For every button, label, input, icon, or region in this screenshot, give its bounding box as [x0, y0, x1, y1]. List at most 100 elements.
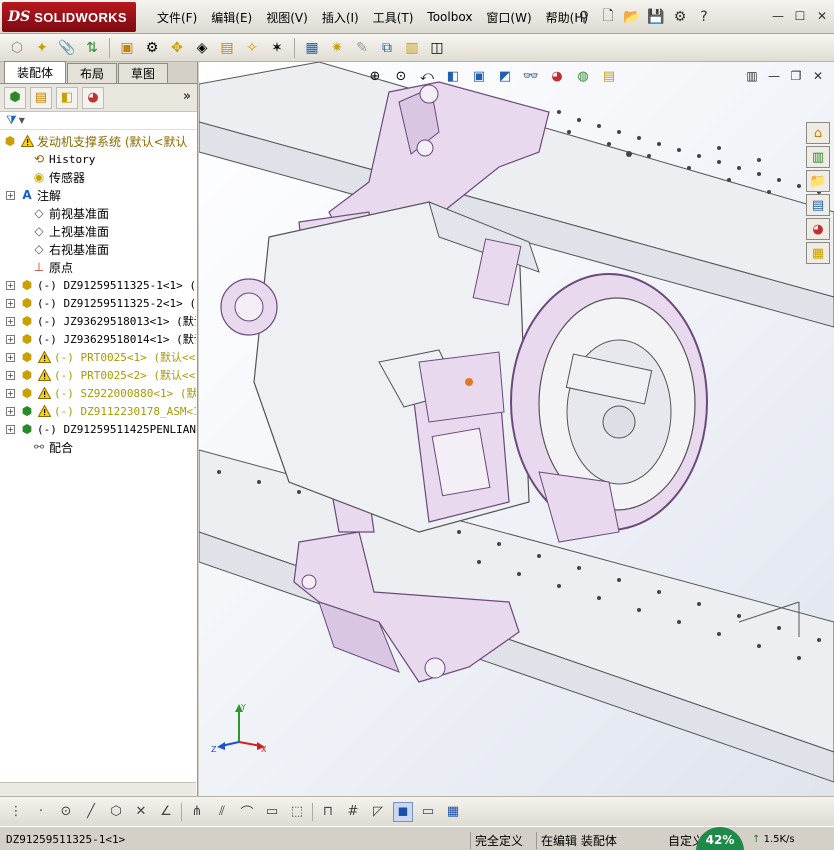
expand-toggle-icon[interactable]: + — [6, 316, 15, 326]
trim-icon[interactable]: ✕ — [131, 802, 151, 822]
save-icon[interactable]: 💾 — [646, 7, 666, 27]
minimize-icon[interactable]: — — [770, 8, 786, 24]
mate-icon[interactable]: ⇅ — [81, 37, 103, 59]
tree-item-component[interactable]: + ⬢ (-) JZ93629518014<1> (默认 — [0, 330, 196, 348]
view-orientation-icon[interactable]: ▣ — [469, 66, 489, 86]
tree-item-component-warning[interactable]: + ⬢ (-) PRT0025<2> (默认<<默 — [0, 366, 196, 384]
display-pane-icon[interactable]: ▭ — [418, 802, 438, 822]
rectangle-icon[interactable]: ▭ — [262, 802, 282, 822]
pin-icon[interactable]: ⚲ — [574, 7, 594, 27]
tree-item-subassembly-warning[interactable]: + ⬢ (-) DZ9112230178_ASM<1> — [0, 402, 196, 420]
expand-toggle-icon[interactable]: + — [6, 298, 15, 308]
menu-tools[interactable]: 工具(T) — [366, 9, 421, 26]
file-explorer-icon[interactable]: 📁 — [806, 170, 830, 192]
move-component-icon[interactable]: ✥ — [166, 37, 188, 59]
appearances-icon[interactable]: ◕ — [806, 218, 830, 240]
new-part-icon[interactable]: ✦ — [31, 37, 53, 59]
tree-item-component[interactable]: + ⬢ (-) DZ91259511325-2<1> (默 — [0, 294, 196, 312]
tree-item-component[interactable]: + ⬢ (-) JZ93629518013<1> (默认 — [0, 312, 196, 330]
tree-item-history[interactable]: ⟲ History — [0, 150, 196, 168]
tab-layout[interactable]: 布局 — [67, 63, 118, 83]
menu-window[interactable]: 窗口(W) — [479, 9, 538, 26]
insert-component-icon[interactable]: ⬡ — [6, 37, 28, 59]
maximize-icon[interactable]: ☐ — [792, 8, 808, 24]
offset-icon[interactable]: ⋔ — [187, 802, 207, 822]
expand-toggle-icon[interactable]: + — [6, 280, 15, 290]
exploded-view-icon[interactable]: ✷ — [326, 37, 348, 59]
mirror-icon[interactable]: ⫽ — [212, 802, 232, 822]
close-icon[interactable]: ✕ — [814, 8, 830, 24]
tree-item-top-plane[interactable]: ◇ 上视基准面 — [0, 222, 196, 240]
angle-icon[interactable]: ∠ — [156, 802, 176, 822]
filter-funnel-icon[interactable]: ⧩ — [6, 113, 17, 128]
component-pattern-icon[interactable]: ▣ — [116, 37, 138, 59]
display-manager-icon[interactable]: ◕ — [82, 86, 104, 109]
view-palette-icon[interactable]: ▤ — [806, 194, 830, 216]
expand-toggle-icon[interactable]: + — [6, 406, 15, 416]
point-icon[interactable]: · — [31, 802, 51, 822]
expand-toggle-icon[interactable]: + — [6, 190, 15, 200]
tree-item-sensors[interactable]: ◉ 传感器 — [0, 168, 196, 186]
section-view-icon[interactable]: ◧ — [443, 66, 463, 86]
filter-dropdown-icon[interactable]: ▼ — [19, 116, 25, 125]
viewport-close-icon[interactable]: ✕ — [810, 68, 826, 84]
polygon-icon[interactable]: ⬡ — [106, 802, 126, 822]
tree-item-component-warning[interactable]: + ⬢ (-) SZ922000880<1> (默认 — [0, 384, 196, 402]
tree-item-mates[interactable]: ⚯ 配合 — [0, 438, 196, 456]
bill-of-materials-icon[interactable]: ▦ — [301, 37, 323, 59]
expand-toggle-icon[interactable]: + — [6, 334, 15, 344]
tree-item-component[interactable]: + ⬢ (-) DZ91259511325-1<1> (默 — [0, 276, 196, 294]
feature-manager-tree-icon[interactable]: ⬢ — [4, 86, 26, 109]
panel-horizontal-scrollbar[interactable] — [0, 782, 196, 796]
clearance-verification-icon[interactable]: ▥ — [401, 37, 423, 59]
viewport-minimize-icon[interactable]: — — [766, 68, 782, 84]
menu-insert[interactable]: 插入(I) — [315, 9, 366, 26]
new-motion-study-icon[interactable]: ✶ — [266, 37, 288, 59]
tree-item-subassembly[interactable]: + ⬢ (-) DZ91259511425PENLIANG< — [0, 420, 196, 438]
solidworks-resources-icon[interactable]: ⌂ — [806, 122, 830, 144]
open-folder-icon[interactable]: 📂 — [622, 7, 642, 27]
property-manager-icon[interactable]: ▤ — [30, 86, 52, 109]
expand-toggle-icon[interactable]: + — [6, 388, 15, 398]
options-gear-icon[interactable]: ⚙ — [670, 7, 690, 27]
tree-root-assembly[interactable]: ⬢ 发动机支撑系统 (默认<默认 — [0, 132, 196, 150]
solidworks-logo[interactable]: DS SOLIDWORKS — [2, 2, 136, 32]
viewport-restore-icon[interactable]: ❐ — [788, 68, 804, 84]
panel-more-chevron-icon[interactable]: » — [183, 89, 191, 104]
display-style-icon[interactable]: ◩ — [495, 66, 515, 86]
shaded-with-edges-icon[interactable]: ◼ — [393, 801, 413, 822]
tree-item-front-plane[interactable]: ◇ 前视基准面 — [0, 204, 196, 222]
tree-item-annotations[interactable]: + A 注解 — [0, 186, 196, 204]
assembly-features-icon[interactable]: ▤ — [216, 37, 238, 59]
view-settings-icon[interactable]: ▤ — [599, 66, 619, 86]
menu-view[interactable]: 视图(V) — [259, 9, 315, 26]
help-question-icon[interactable]: ? — [694, 7, 714, 27]
line-icon[interactable]: ╱ — [81, 802, 101, 822]
expand-toggle-icon[interactable]: + — [6, 352, 15, 362]
zoom-to-fit-icon[interactable]: ⊕ — [365, 66, 385, 86]
previous-view-icon[interactable]: ⤺ — [417, 66, 437, 86]
menu-toolbox[interactable]: Toolbox — [420, 10, 479, 24]
expand-toggle-icon[interactable]: + — [6, 370, 15, 380]
menu-file[interactable]: 文件(F) — [150, 9, 204, 26]
circle-icon[interactable]: ⊙ — [56, 802, 76, 822]
reference-geometry-icon[interactable]: ✧ — [241, 37, 263, 59]
tab-assembly[interactable]: 装配体 — [4, 61, 67, 83]
dashed-rectangle-icon[interactable]: ⬚ — [287, 802, 307, 822]
menu-edit[interactable]: 编辑(E) — [204, 9, 259, 26]
paperclip-icon[interactable]: 📎 — [56, 37, 78, 59]
expand-toggle-icon[interactable]: + — [6, 424, 15, 434]
custom-properties-icon[interactable]: ▦ — [806, 242, 830, 264]
hole-alignment-icon[interactable]: ◫ — [426, 37, 448, 59]
hide-show-items-icon[interactable]: 👓 — [521, 66, 541, 86]
tab-sketch[interactable]: 草图 — [118, 63, 169, 83]
interference-detection-icon[interactable]: ⧉ — [376, 37, 398, 59]
apply-scene-icon[interactable]: ◍ — [573, 66, 593, 86]
fillet-icon[interactable]: ⌒ — [237, 802, 257, 822]
tree-item-component-warning[interactable]: + ⬢ (-) PRT0025<1> (默认<<默 — [0, 348, 196, 366]
smart-fasteners-icon[interactable]: ⚙ — [141, 37, 163, 59]
tree-item-origin[interactable]: ⊥ 原点 — [0, 258, 196, 276]
grid-icon[interactable]: # — [343, 802, 363, 822]
table-layout-icon[interactable]: ▦ — [443, 802, 463, 822]
configuration-manager-icon[interactable]: ◧ — [56, 86, 78, 109]
